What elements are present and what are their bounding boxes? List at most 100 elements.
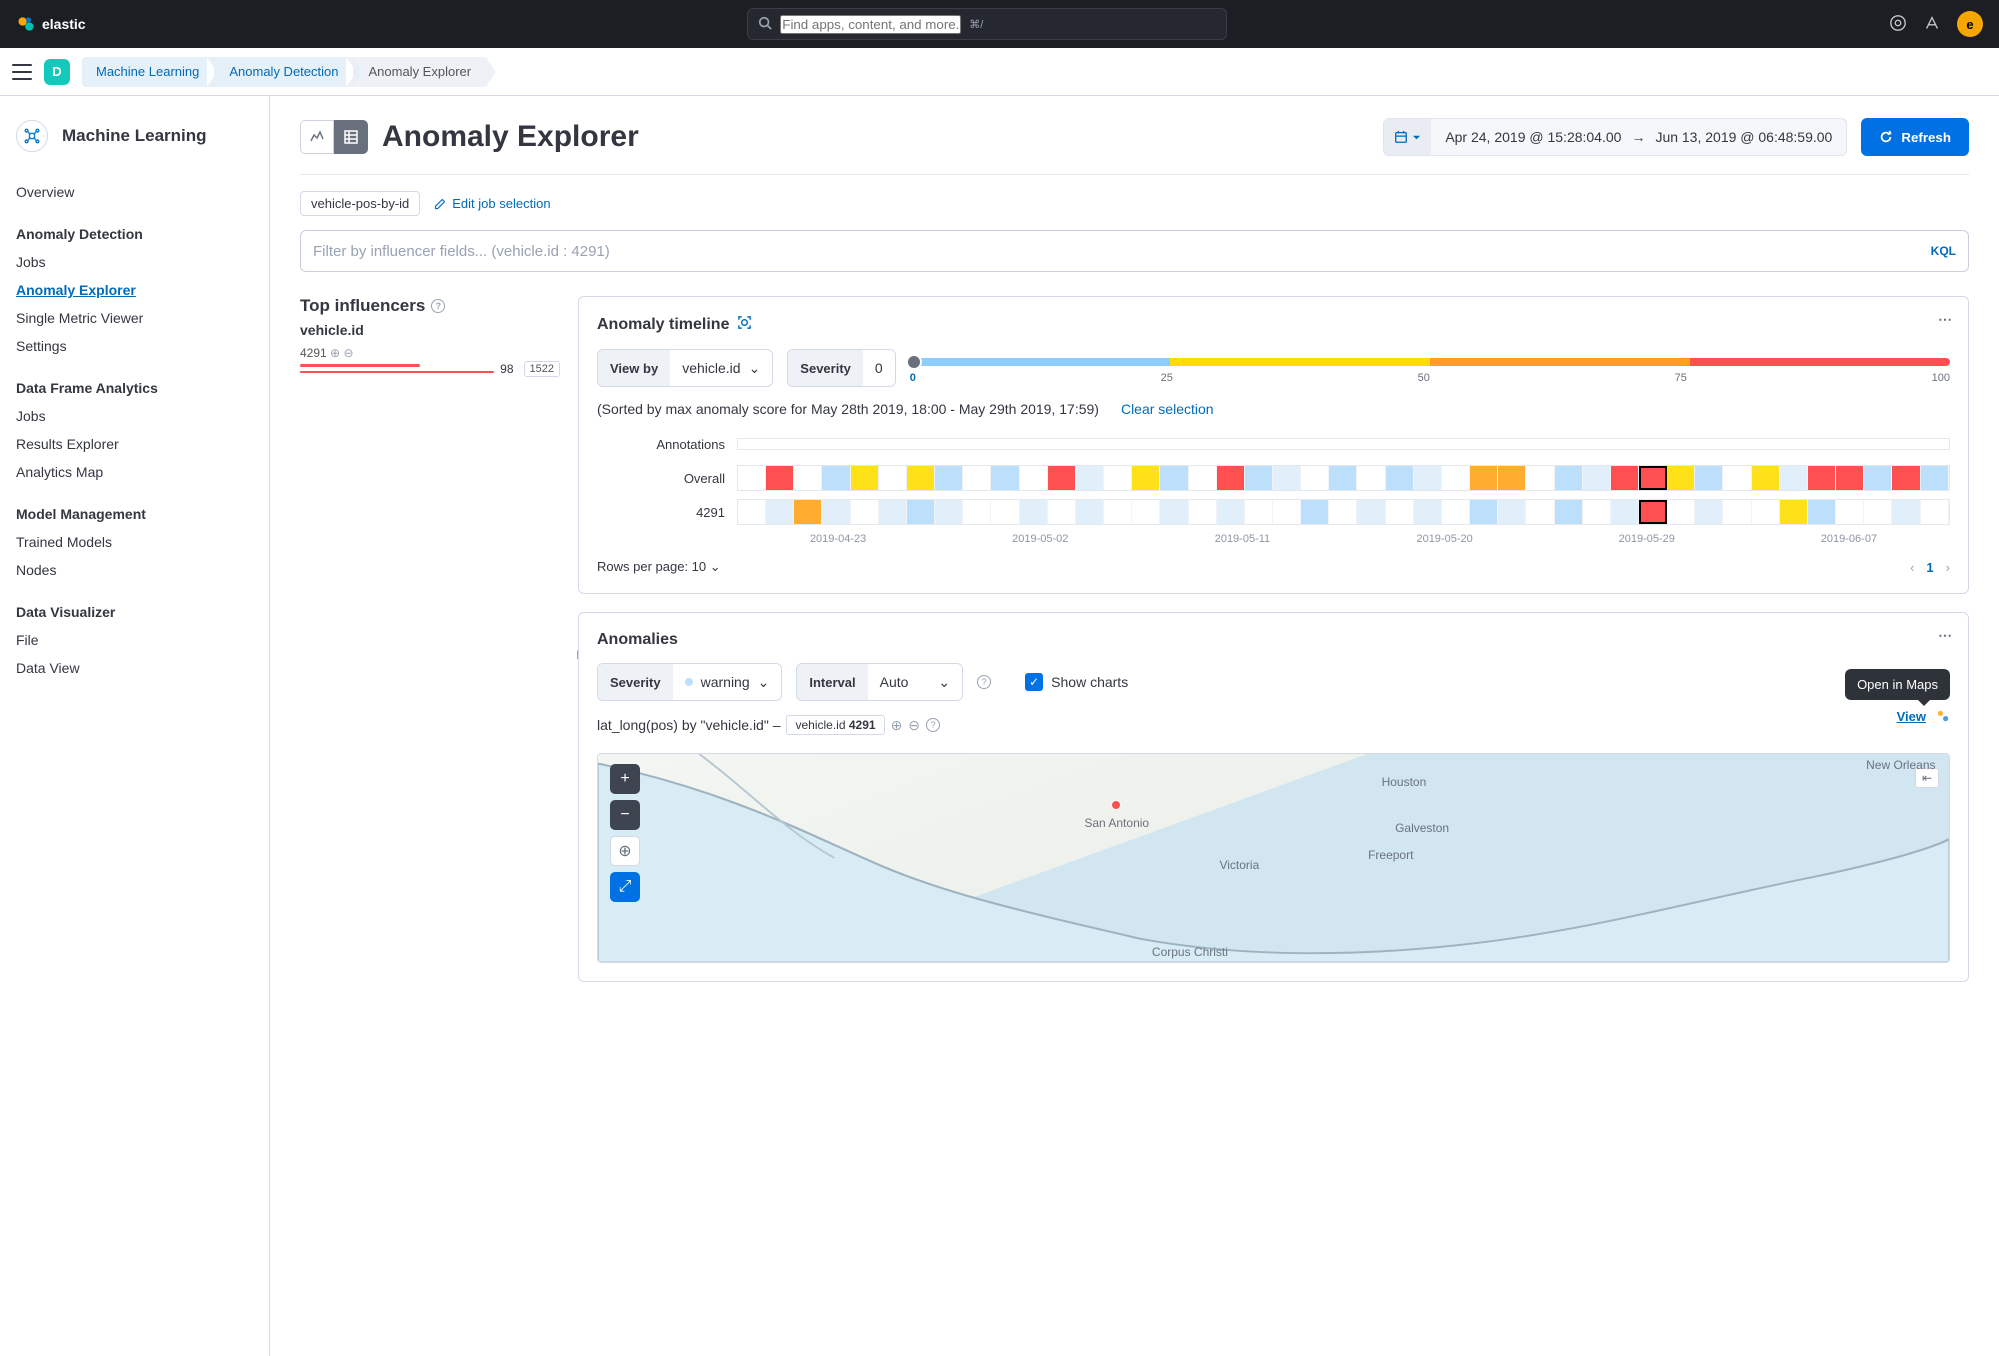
- panel-menu-icon[interactable]: ⋯: [1938, 627, 1954, 644]
- show-charts-label: Show charts: [1051, 674, 1128, 690]
- sidebar-item[interactable]: Data View: [16, 654, 253, 682]
- sidebar-heading: Machine Learning: [62, 126, 207, 146]
- table-view-button[interactable]: [334, 120, 368, 154]
- map-pin-icon[interactable]: [1936, 709, 1950, 726]
- influencers-title: Top influencers ?: [300, 296, 560, 316]
- elastic-logo[interactable]: elastic: [16, 14, 86, 34]
- severity-value: 0: [863, 360, 895, 376]
- zoom-out-button[interactable]: −: [610, 800, 640, 830]
- sidebar-item[interactable]: Nodes: [16, 556, 253, 584]
- refresh-label: Refresh: [1901, 130, 1951, 145]
- global-search[interactable]: ⌘/: [747, 8, 1227, 40]
- help-icon[interactable]: [1889, 14, 1907, 35]
- next-page-button[interactable]: ›: [1946, 560, 1950, 575]
- refresh-button[interactable]: Refresh: [1861, 118, 1969, 156]
- remove-filter-icon[interactable]: ⊖: [343, 346, 353, 360]
- page-number[interactable]: 1: [1926, 560, 1933, 575]
- anomaly-timeline-panel: ⋯ Anomaly timeline View by vehicle.id⌄: [578, 296, 1969, 594]
- influencer-field: vehicle.id: [300, 322, 560, 338]
- zoom-in-button[interactable]: +: [610, 764, 640, 794]
- clear-selection-button[interactable]: Clear selection: [1121, 401, 1214, 417]
- anomalies-severity-control[interactable]: Severity warning⌄: [597, 663, 782, 701]
- view-by-label: View by: [598, 350, 670, 386]
- map-city-label: New Orleans: [1866, 758, 1935, 772]
- date-to: Jun 13, 2019 @ 06:48:59.00: [1655, 129, 1832, 145]
- sidebar-item[interactable]: Jobs: [16, 248, 253, 276]
- edit-job-button[interactable]: Edit job selection: [434, 196, 550, 211]
- panel-menu-icon[interactable]: ⋯: [1938, 311, 1954, 328]
- view-button[interactable]: View: [1897, 709, 1926, 724]
- add-filter-icon[interactable]: ⊕: [891, 717, 903, 734]
- calendar-icon[interactable]: [1384, 119, 1431, 155]
- date-range-text: Apr 24, 2019 @ 15:28:04.00 → Jun 13, 201…: [1431, 129, 1846, 145]
- tick: 25: [1161, 372, 1173, 384]
- search-icon: [758, 16, 772, 33]
- influencer-total-bar: [300, 371, 494, 373]
- sidebar-item[interactable]: Single Metric Viewer: [16, 304, 253, 332]
- swimlane-view-button[interactable]: [300, 120, 334, 154]
- newsfeed-icon[interactable]: [1923, 14, 1941, 35]
- anomaly-map[interactable]: + − ⊕ ⤢ ⇤ San Antonio Houston Galveston …: [597, 753, 1950, 963]
- show-charts-checkbox[interactable]: ✓: [1025, 673, 1043, 691]
- sidebar-item[interactable]: Jobs: [16, 402, 253, 430]
- overall-track[interactable]: [737, 465, 1950, 491]
- sidebar-item[interactable]: Trained Models: [16, 528, 253, 556]
- swimlane-label: Overall: [597, 471, 737, 486]
- help-icon[interactable]: ?: [926, 718, 940, 732]
- entity-chip[interactable]: vehicle.id 4291: [786, 715, 884, 735]
- annotations-track[interactable]: [737, 438, 1950, 450]
- sidebar-group: Data Frame Analytics: [16, 380, 253, 396]
- anomalies-panel: ⋯ Anomalies Severity warning⌄ Interval A…: [578, 612, 1969, 982]
- open-in-maps-tooltip: Open in Maps: [1845, 669, 1950, 700]
- breadcrumb-item[interactable]: Anomaly Detection: [207, 57, 354, 87]
- kql-input[interactable]: [313, 243, 1931, 260]
- kql-filter-bar[interactable]: KQL: [300, 230, 1969, 272]
- breadcrumb-item[interactable]: Machine Learning: [82, 57, 215, 87]
- rows-per-page[interactable]: Rows per page: 10 ⌄: [597, 559, 721, 575]
- map-city-label: Corpus Christi: [1152, 945, 1228, 959]
- tick: 100: [1932, 372, 1950, 384]
- kql-badge[interactable]: KQL: [1931, 244, 1956, 258]
- sidebar-item[interactable]: Anomaly Explorer: [16, 276, 253, 304]
- help-icon[interactable]: ?: [977, 675, 991, 689]
- sidebar-title: Machine Learning: [16, 120, 253, 152]
- anomalies-interval-control[interactable]: Interval Auto⌄: [796, 663, 963, 701]
- sidebar-item[interactable]: Settings: [16, 332, 253, 360]
- swimlane-label: 4291: [597, 505, 737, 520]
- map-city-label: Galveston: [1395, 821, 1449, 835]
- sidebar-group: Model Management: [16, 506, 253, 522]
- date-picker[interactable]: Apr 24, 2019 @ 15:28:04.00 → Jun 13, 201…: [1383, 118, 1847, 156]
- breadcrumb: Machine Learning Anomaly Detection Anoma…: [82, 57, 487, 87]
- arrow-right-icon: →: [1631, 129, 1645, 145]
- prev-page-button[interactable]: ‹: [1910, 560, 1914, 575]
- remove-filter-icon[interactable]: ⊖: [908, 717, 920, 734]
- job-chip[interactable]: vehicle-pos-by-id: [300, 191, 420, 216]
- add-filter-icon[interactable]: ⊕: [330, 346, 340, 360]
- severity-label: Severity: [788, 350, 863, 386]
- focus-icon[interactable]: [737, 315, 752, 335]
- severity-label: Severity: [598, 664, 673, 700]
- sidebar-item[interactable]: Analytics Map: [16, 458, 253, 486]
- search-shortcut: ⌘/: [969, 18, 983, 31]
- user-avatar[interactable]: e: [1957, 11, 1983, 37]
- view-by-control[interactable]: View by vehicle.id⌄: [597, 349, 773, 387]
- entity-track[interactable]: [737, 499, 1950, 525]
- locate-button[interactable]: ⊕: [610, 836, 640, 866]
- nav-toggle-icon[interactable]: [12, 64, 32, 80]
- global-search-input[interactable]: [780, 15, 961, 34]
- help-icon[interactable]: ?: [431, 299, 445, 313]
- sort-note: (Sorted by max anomaly score for May 28t…: [597, 401, 1099, 417]
- sidebar-item[interactable]: File: [16, 626, 253, 654]
- severity-slider[interactable]: 0 25 50 75 100: [910, 352, 1950, 384]
- slider-thumb[interactable]: [906, 354, 922, 370]
- top-influencers-panel: Top influencers ? vehicle.id 4291 ⊕ ⊖ 98…: [300, 296, 560, 1000]
- fullscreen-button[interactable]: ⤢: [610, 872, 640, 902]
- space-selector[interactable]: D: [44, 59, 70, 85]
- sidebar-item[interactable]: Results Explorer: [16, 430, 253, 458]
- tick: 50: [1418, 372, 1430, 384]
- influencer-value-row[interactable]: 4291 ⊕ ⊖: [300, 346, 560, 360]
- sidebar-item-overview[interactable]: Overview: [16, 178, 253, 206]
- tick: 75: [1675, 372, 1687, 384]
- map-city-label: Victoria: [1219, 858, 1259, 872]
- severity-threshold-control[interactable]: Severity 0: [787, 349, 895, 387]
